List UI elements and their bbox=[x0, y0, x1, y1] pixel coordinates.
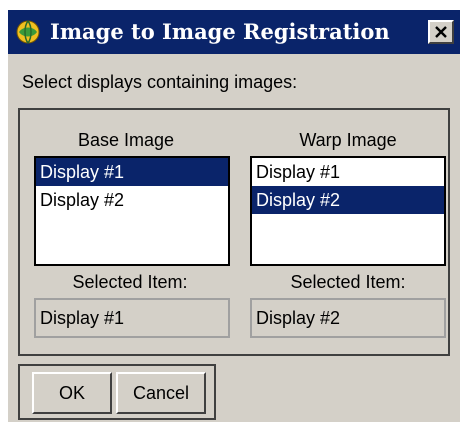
warp-selected-item-label: Selected Item: bbox=[290, 272, 406, 292]
dialog-window: Image to Image Registration Select displ… bbox=[8, 10, 460, 422]
base-selected-item-field: Display #1 bbox=[34, 298, 230, 338]
button-group: OK Cancel bbox=[18, 364, 216, 420]
close-button[interactable] bbox=[428, 20, 454, 44]
instruction-label: Select displays containing images: bbox=[22, 72, 298, 92]
list-item[interactable]: Display #1 bbox=[252, 158, 444, 186]
base-selected-item-label: Selected Item: bbox=[72, 272, 188, 292]
close-icon bbox=[435, 26, 447, 38]
window-title: Image to Image Registration bbox=[50, 19, 390, 44]
ok-button[interactable]: OK bbox=[32, 372, 112, 414]
warp-image-listbox[interactable]: Display #1 Display #2 bbox=[250, 156, 446, 266]
list-item[interactable]: Display #1 bbox=[36, 158, 228, 186]
list-item[interactable]: Display #2 bbox=[252, 186, 444, 214]
title-bar[interactable]: Image to Image Registration bbox=[8, 10, 460, 54]
base-image-listbox[interactable]: Display #1 Display #2 bbox=[34, 156, 230, 266]
cancel-button[interactable]: Cancel bbox=[116, 372, 206, 414]
displays-group: Base Image Display #1 Display #2 Selecte… bbox=[18, 108, 450, 356]
globe-icon bbox=[16, 20, 40, 44]
base-image-label: Base Image bbox=[77, 130, 175, 150]
warp-image-label: Warp Image bbox=[299, 130, 397, 150]
warp-selected-item-field: Display #2 bbox=[250, 298, 446, 338]
list-item[interactable]: Display #2 bbox=[36, 186, 228, 214]
